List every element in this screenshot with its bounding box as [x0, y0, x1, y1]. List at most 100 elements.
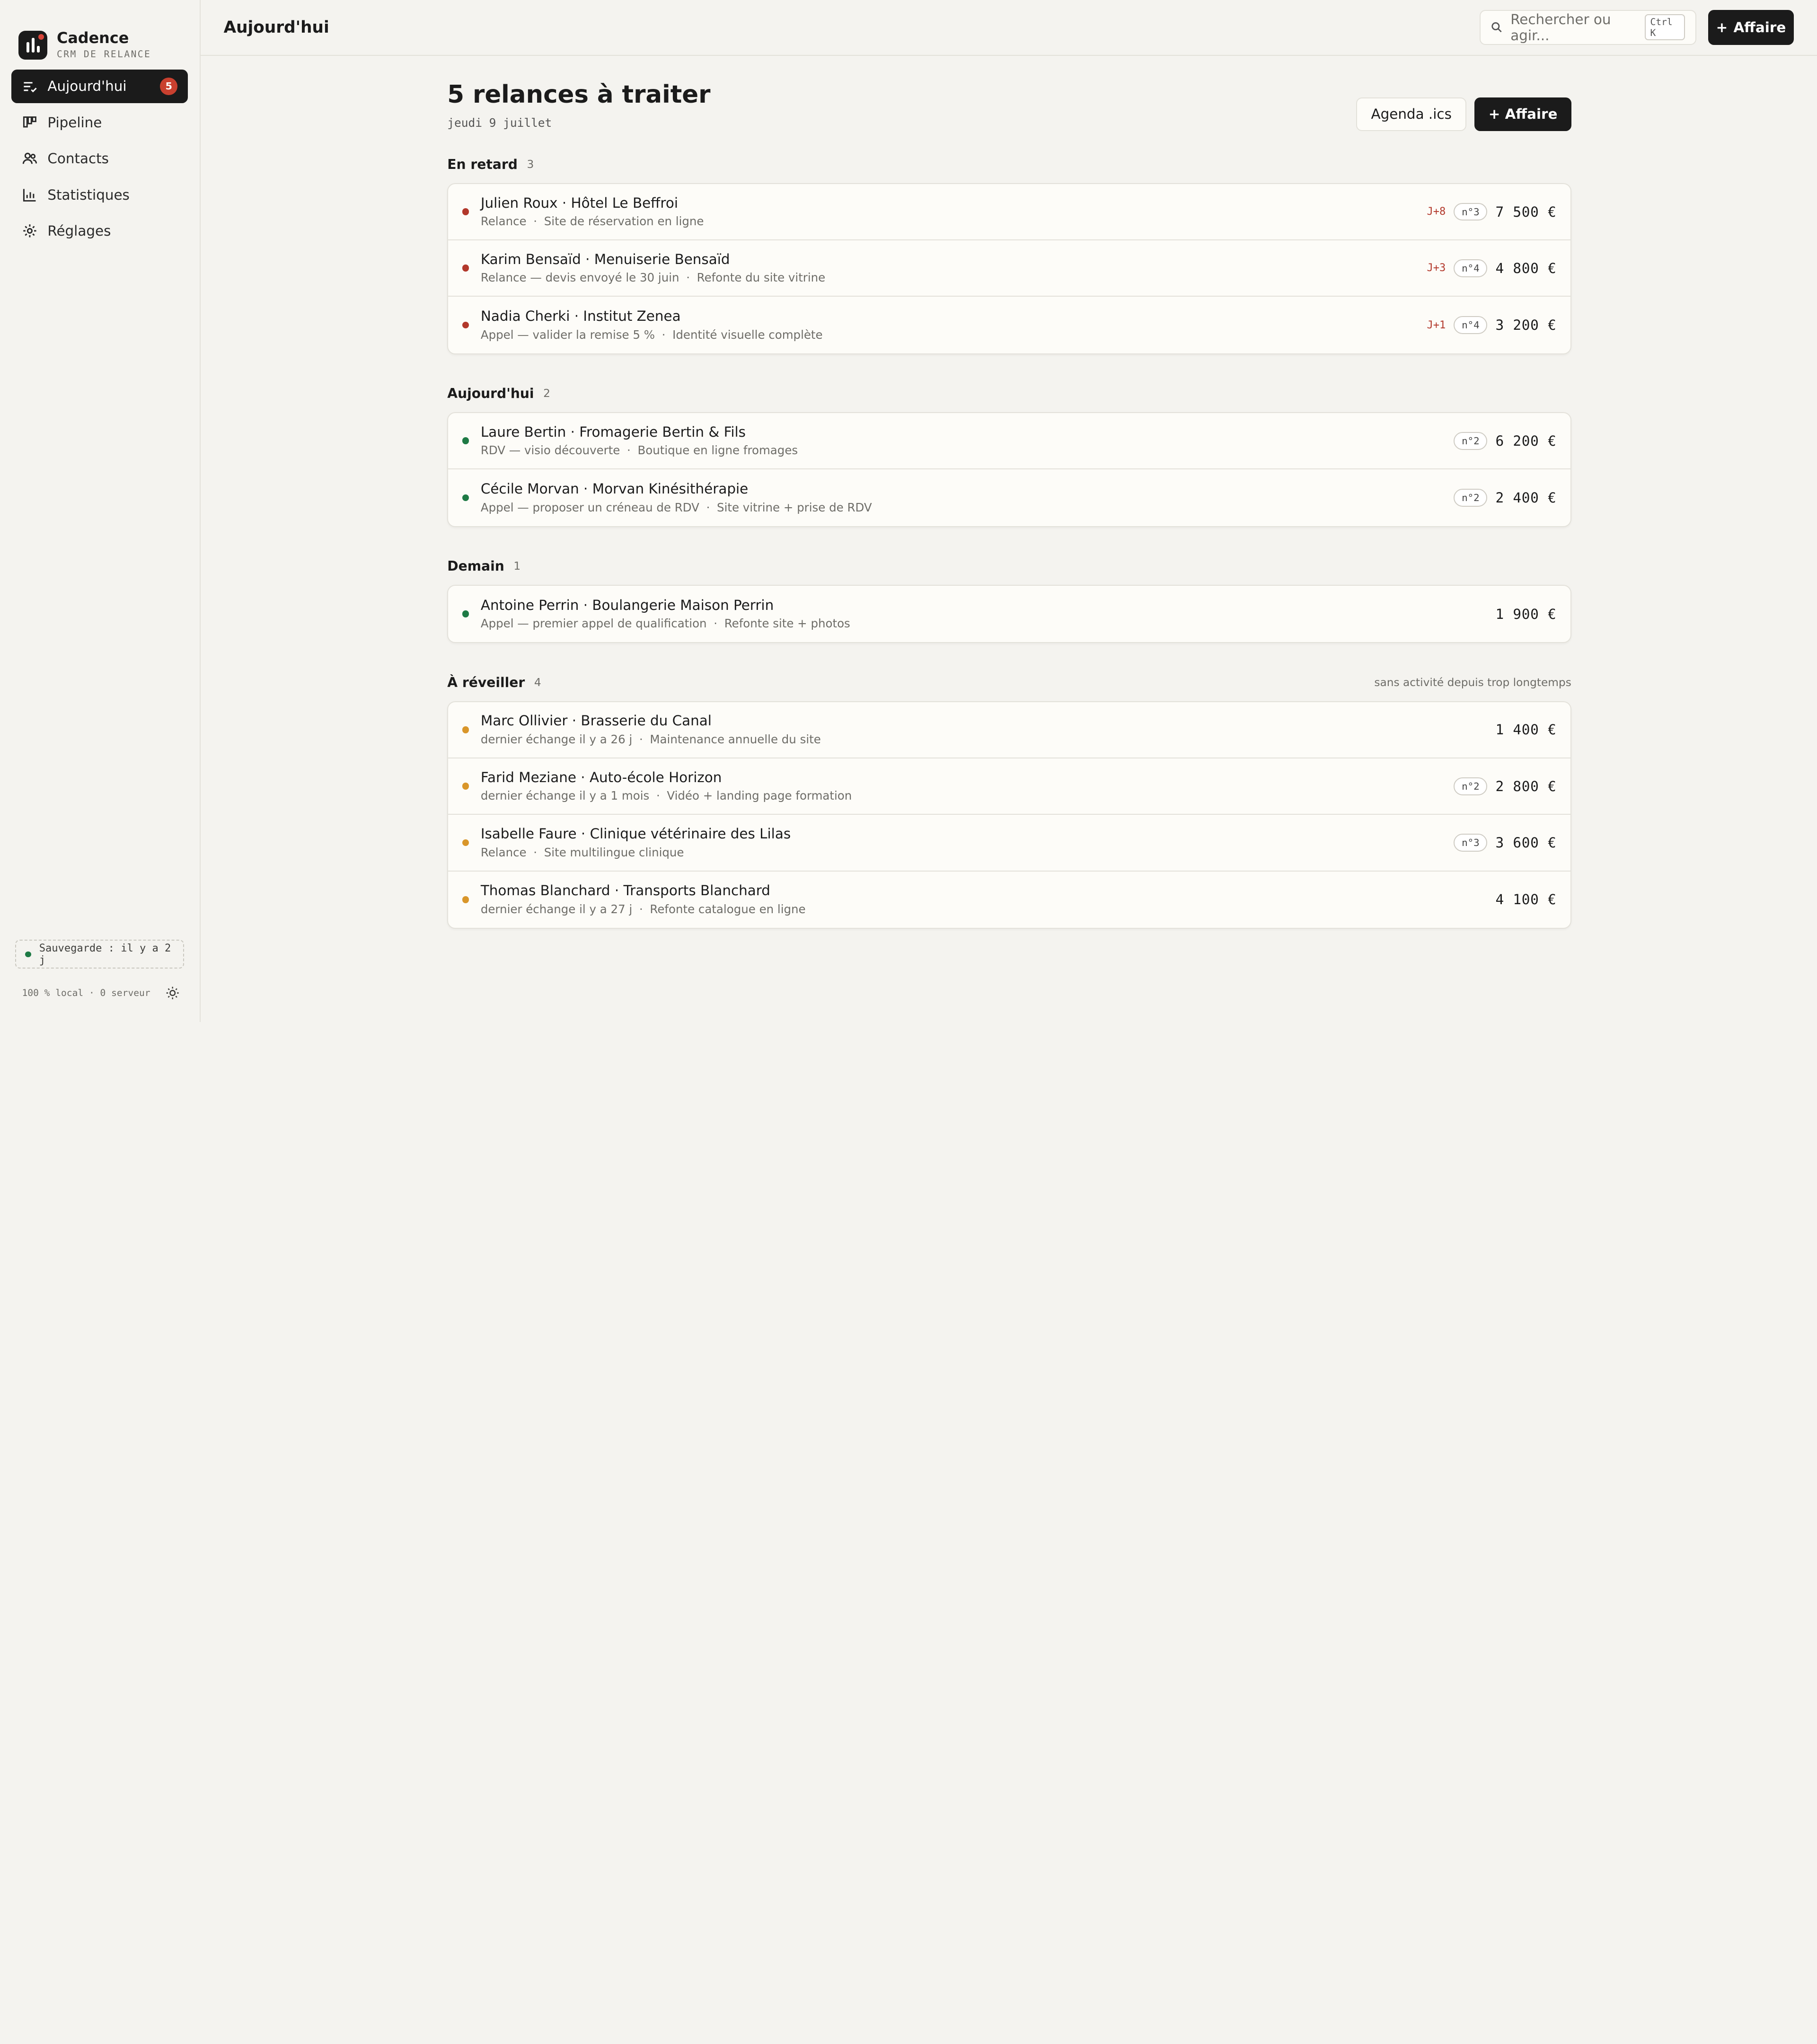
overdue-days: J+1	[1427, 319, 1446, 331]
brand-name: Cadence	[56, 29, 129, 47]
topbar-title: Aujourd'hui	[223, 18, 329, 37]
status-dot-icon	[462, 208, 469, 215]
bar-chart-icon	[23, 189, 35, 202]
followup-sections: En retard 3 Julien Roux · Hôtel Le Beffroi…	[447, 150, 1571, 929]
row-subtitle: dernier échange il y a 27 j · Refonte cata…	[481, 901, 1496, 917]
section-count: 4	[534, 676, 541, 689]
row-action: Relance — devis envoyé le 30 juin	[480, 271, 679, 285]
sidebar-item-statistiques[interactable]: Statistiques	[11, 178, 188, 211]
cadence-logo-icon	[18, 30, 48, 60]
followup-step-badge: n°3	[1454, 834, 1488, 852]
separator: ·	[706, 500, 710, 514]
sidebar-item-aujourdhui[interactable]: Aujourd'hui 5	[11, 69, 188, 103]
section-note: sans activité depuis trop longtemps	[1374, 676, 1571, 689]
brand[interactable]: Cadence CRM DE RELANCE	[0, 0, 200, 70]
add-affaire-top-label: Affaire	[1733, 19, 1786, 35]
row-action: Appel — premier appel de qualification	[480, 617, 707, 631]
status-dot-icon	[462, 839, 469, 846]
status-dot-icon	[462, 321, 469, 329]
row-action: dernier échange il y a 26 j	[480, 732, 633, 747]
header-actions: Agenda .ics + Affaire	[1356, 97, 1571, 131]
add-affaire-button[interactable]: + Affaire	[1474, 97, 1571, 131]
row-subtitle: Relance — devis envoyé le 30 juin · Refont…	[481, 270, 1427, 286]
row-main: Nadia Cherki · Institut Zenea Appel — val…	[481, 307, 1427, 343]
kanban-icon	[23, 116, 36, 128]
row-subtitle: RDV — visio découverte · Boutique en ligne…	[481, 442, 1454, 458]
row-subtitle: Appel — valider la remise 5 % · Identité v…	[481, 327, 1427, 343]
row-title: Julien Roux · Hôtel Le Beffroi	[480, 194, 678, 211]
status-dot-icon	[462, 726, 469, 733]
sidebar-item-label: Contacts	[47, 150, 109, 167]
section-title: Aujourd'hui	[447, 386, 534, 402]
followup-row[interactable]: Cécile Morvan · Morvan Kinésithérapie App…	[448, 469, 1570, 526]
deal-amount: 3 200 €	[1495, 317, 1557, 334]
section-1: Aujourd'hui 2 Laure Bertin · Fromagerie Be…	[447, 380, 1571, 527]
row-action: RDV — visio découverte	[480, 443, 620, 458]
deal-amount: 1 900 €	[1495, 606, 1557, 622]
followup-row[interactable]: Antoine Perrin · Boulangerie Maison Perr…	[448, 586, 1570, 642]
row-action: Appel — valider la remise 5 %	[480, 327, 655, 342]
row-subtitle: Appel — proposer un créneau de RDV · Site …	[481, 500, 1454, 516]
sidebar-item-reglages[interactable]: Réglages	[11, 214, 188, 248]
separator: ·	[533, 214, 538, 229]
status-dot-icon	[462, 896, 469, 903]
followup-row[interactable]: Farid Meziane · Auto-école Horizon dernie…	[448, 758, 1570, 815]
status-dot-icon	[462, 264, 469, 272]
separator: ·	[533, 845, 538, 859]
sidebar-item-contacts[interactable]: Contacts	[11, 142, 188, 176]
row-main: Karim Bensaïd · Menuiserie Bensaïd Relanc…	[481, 250, 1427, 286]
add-affaire-top-button[interactable]: + Affaire	[1708, 10, 1794, 45]
agenda-ics-button[interactable]: Agenda .ics	[1356, 97, 1467, 131]
followup-row[interactable]: Julien Roux · Hôtel Le Beffroi Relance · Si…	[448, 184, 1570, 241]
followup-row[interactable]: Laure Bertin · Fromagerie Bertin & Fils R…	[448, 413, 1570, 470]
row-subtitle: dernier échange il y a 1 mois · Vidéo + la…	[481, 788, 1454, 804]
section-title: Demain	[447, 558, 504, 574]
row-main: Antoine Perrin · Boulangerie Maison Perr…	[481, 596, 1496, 632]
sidebar-footer: 100 % local · 0 serveur	[22, 986, 180, 1000]
sidebar: Cadence CRM DE RELANCE Aujourd'hui 5 Pip…	[0, 0, 201, 1022]
page-date: jeudi 9 juillet	[447, 115, 552, 130]
save-status[interactable]: Sauvegarde : il y a 2 j	[15, 940, 185, 969]
overdue-days: J+3	[1427, 262, 1446, 274]
separator: ·	[686, 271, 690, 285]
section-header: À réveiller 4 sans activité depuis trop lo…	[447, 669, 1571, 696]
deal-amount: 2 800 €	[1495, 778, 1557, 794]
followup-row[interactable]: Marc Ollivier · Brasserie du Canal dernie…	[448, 702, 1570, 759]
deal-amount: 7 500 €	[1495, 203, 1557, 220]
row-title: Karim Bensaïd · Menuiserie Bensaïd	[480, 251, 730, 267]
section-count: 2	[543, 387, 550, 400]
row-project: Refonte du site vitrine	[697, 271, 826, 285]
row-title: Isabelle Faure · Clinique vétérinaire de…	[480, 825, 791, 842]
followup-step-badge: n°4	[1454, 316, 1488, 334]
row-action: Relance	[480, 845, 527, 859]
sidebar-item-label: Statistiques	[47, 186, 130, 203]
page-header: 5 relances à traiter jeudi 9 juillet Age…	[447, 56, 1571, 151]
followup-row[interactable]: Isabelle Faure · Clinique vétérinaire de…	[448, 815, 1570, 872]
row-project: Maintenance annuelle du site	[650, 732, 821, 747]
search-input[interactable]: Rechercher ou agir... Ctrl K	[1480, 10, 1697, 45]
row-project: Site vitrine + prise de RDV	[717, 500, 872, 514]
separator: ·	[627, 443, 631, 458]
app-root: Cadence CRM DE RELANCE Aujourd'hui 5 Pip…	[0, 0, 1817, 1022]
separator: ·	[662, 327, 666, 342]
list-check-icon	[23, 82, 37, 92]
status-dot-icon	[25, 951, 31, 957]
separator: ·	[639, 902, 643, 916]
followup-row[interactable]: Karim Bensaïd · Menuiserie Bensaïd Relanc…	[448, 240, 1570, 297]
row-action: dernier échange il y a 1 mois	[480, 789, 650, 803]
row-main: Cécile Morvan · Morvan Kinésithérapie App…	[481, 480, 1454, 516]
deal-amount: 6 200 €	[1495, 432, 1557, 449]
main-area: Aujourd'hui Rechercher ou agir... Ctrl K…	[200, 0, 1817, 1022]
followup-row[interactable]: Nadia Cherki · Institut Zenea Appel — val…	[448, 297, 1570, 353]
row-main: Marc Ollivier · Brasserie du Canal dernie…	[481, 712, 1496, 748]
followup-row[interactable]: Thomas Blanchard · Transports Blanchard d…	[448, 872, 1570, 928]
sidebar-item-pipeline[interactable]: Pipeline	[11, 106, 188, 139]
search-icon	[1491, 22, 1502, 33]
row-title: Thomas Blanchard · Transports Blanchard	[480, 882, 770, 899]
status-dot-icon	[462, 494, 469, 502]
row-main: Thomas Blanchard · Transports Blanchard d…	[481, 881, 1496, 917]
section-card: Antoine Perrin · Boulangerie Maison Perr…	[447, 585, 1571, 643]
row-title: Cécile Morvan · Morvan Kinésithérapie	[480, 481, 749, 497]
content: 5 relances à traiter jeudi 9 juillet Age…	[447, 56, 1571, 929]
sun-icon[interactable]	[166, 986, 179, 1000]
